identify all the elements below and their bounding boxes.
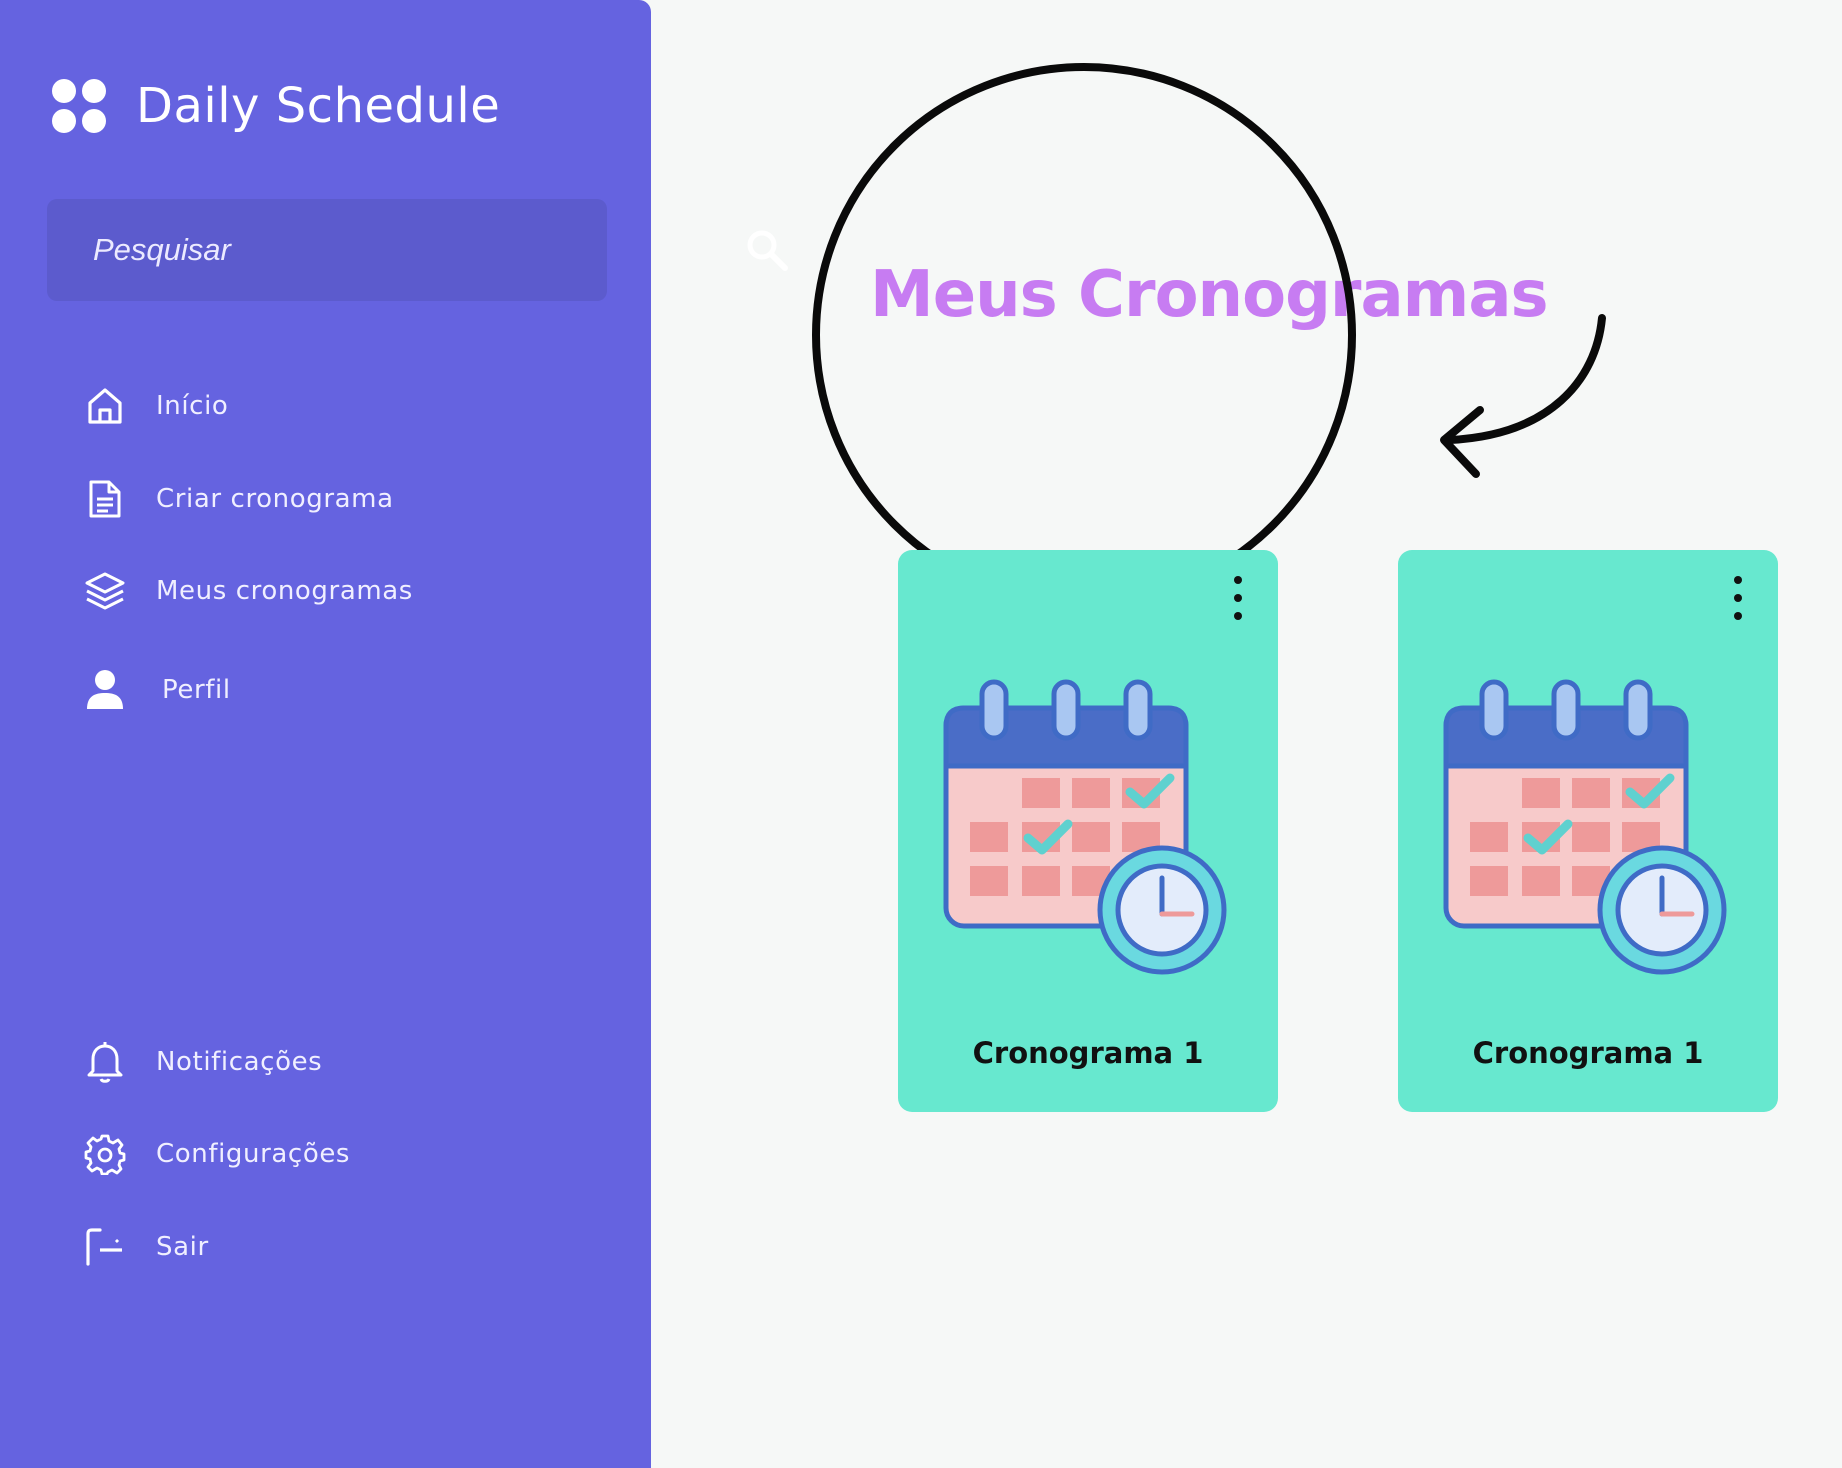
gear-icon (82, 1131, 128, 1177)
sidebar-item-criar-cronograma[interactable]: Criar cronograma (82, 476, 394, 522)
sidebar-item-perfil[interactable]: Perfil (82, 667, 231, 713)
card-title: Cronograma 1 (972, 1036, 1204, 1070)
calendar-clock-illustration (1442, 678, 1732, 982)
sidebar-item-label: Criar cronograma (156, 484, 394, 514)
arrow-annotation (1440, 314, 1606, 478)
sidebar-item-label: Sair (156, 1232, 209, 1262)
sidebar-item-inicio[interactable]: Início (82, 383, 228, 429)
logo-icon (52, 79, 106, 133)
highlight-circle-annotation (812, 63, 1356, 607)
schedule-card[interactable]: Cronograma 1 (898, 550, 1278, 1112)
bell-icon (82, 1039, 128, 1085)
sidebar-item-configuracoes[interactable]: Configurações (82, 1131, 350, 1177)
sidebar-item-sair[interactable]: Sair (82, 1224, 209, 1270)
sidebar-item-label: Início (156, 391, 229, 421)
search-input[interactable] (91, 227, 575, 273)
app-title: Daily Schedule (136, 78, 501, 134)
sidebar-item-meus-cronogramas[interactable]: Meus cronogramas (82, 568, 413, 614)
sidebar-item-label: Perfil (162, 675, 231, 705)
logout-icon (82, 1224, 128, 1270)
user-icon (82, 667, 128, 713)
kebab-menu-icon[interactable] (1730, 576, 1746, 620)
layers-icon (82, 568, 128, 614)
brand[interactable]: Daily Schedule (52, 78, 500, 134)
schedule-card[interactable]: Cronograma 1 (1398, 550, 1778, 1112)
sidebar: Daily Schedule Início Criar cronograma M… (0, 0, 651, 1468)
sidebar-item-notificacoes[interactable]: Notificações (82, 1039, 322, 1085)
document-icon (82, 476, 128, 522)
sidebar-item-label: Notificações (156, 1047, 323, 1077)
search-icon[interactable] (745, 228, 789, 276)
search-box (47, 199, 607, 301)
home-icon (82, 383, 128, 429)
calendar-clock-illustration (942, 678, 1232, 982)
card-title: Cronograma 1 (1472, 1036, 1704, 1070)
sidebar-item-label: Meus cronogramas (156, 576, 413, 606)
sidebar-item-label: Configurações (156, 1139, 351, 1169)
kebab-menu-icon[interactable] (1230, 576, 1246, 620)
